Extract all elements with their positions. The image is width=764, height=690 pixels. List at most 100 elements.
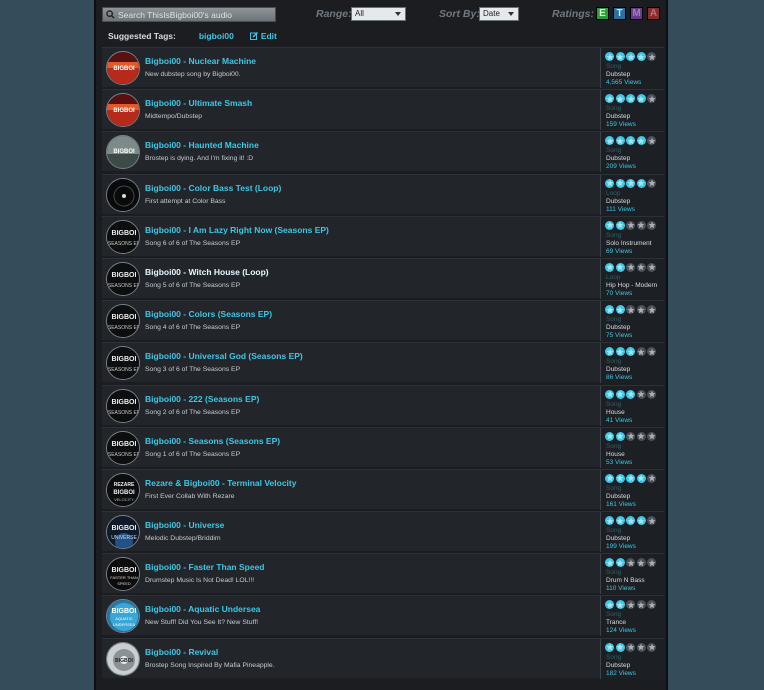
track-description: Song 6 of 6 of The Seasons EP — [145, 239, 241, 247]
edit-label: Edit — [260, 31, 277, 41]
svg-text:UNIVERSE: UNIVERSE — [111, 535, 137, 541]
edit-tags-button[interactable]: Edit — [249, 31, 277, 41]
audio-panel: Range: All Sort By: Date Ratings: ETMA S… — [94, 0, 668, 690]
track-thumbnail[interactable]: REZARE BIGBOI VELOCITY — [106, 472, 140, 507]
track-thumbnail[interactable]: BIGBOI SEASONS EP — [106, 388, 140, 423]
track-thumbnail[interactable]: BIGBOI UNIVERSE — [106, 515, 140, 550]
star-icon — [605, 600, 614, 610]
star-icon — [647, 600, 657, 610]
track-title-link[interactable]: Bigboi00 - Revival — [145, 647, 218, 657]
star-icon — [647, 642, 657, 652]
track-title-link[interactable]: Bigboi00 - Haunted Machine — [145, 140, 259, 150]
sort-select[interactable]: Date — [479, 7, 519, 21]
track-title-link[interactable]: Bigboi00 - Universal God (Seasons EP) — [145, 351, 303, 361]
track-thumbnail[interactable]: BIGBOI SEASONS EP — [106, 219, 140, 254]
star-icon — [615, 94, 625, 104]
track-description: New dubstep song by Bigboi00. — [145, 71, 241, 78]
star-icon — [615, 305, 625, 315]
star-icon — [647, 431, 657, 441]
track-title-link[interactable]: Bigboi00 - Colors (Seasons EP) — [145, 309, 272, 319]
search-box[interactable] — [102, 7, 276, 22]
track-title-link[interactable]: Rezare & Bigboi00 - Terminal Velocity — [145, 478, 296, 488]
track-genre: House — [606, 450, 625, 458]
track-thumbnail[interactable]: BIGBOI — [106, 51, 140, 85]
track-thumbnail[interactable]: BIGBOI AQUATIC UNDERSEA — [106, 599, 140, 634]
audio-row[interactable]: BIGBOI FASTER THAN SPEED Bigboi00 - Faster … — [102, 553, 665, 595]
track-type: Song — [606, 63, 622, 70]
audio-row[interactable]: BIGBOI SEASONS EP Bigboi00 - Witch House (… — [102, 257, 665, 299]
svg-text:SEASONS EP: SEASONS EP — [108, 367, 140, 373]
audio-row[interactable]: REZARE BIGBOI VELOCITY Rezare & Bigboi00 - … — [102, 468, 665, 510]
track-thumbnail[interactable] — [106, 177, 140, 212]
track-description: Song 3 of 6 of The Seasons EP — [145, 366, 241, 374]
star-icon — [636, 178, 646, 188]
track-title-link[interactable]: Bigboi00 - Faster Than Speed — [145, 562, 265, 572]
star-icon — [605, 389, 614, 399]
track-description: Song 5 of 6 of The Seasons EP — [145, 281, 241, 289]
star-rating — [605, 431, 658, 441]
svg-text:FASTER THAN: FASTER THAN — [110, 575, 138, 580]
star-icon — [615, 178, 625, 188]
rating-filter-m-button[interactable]: M — [630, 7, 643, 20]
audio-row[interactable]: BIGBOI SEASONS EP Bigboi00 - Colors (Seaso… — [102, 300, 665, 342]
track-thumbnail[interactable]: BIGBOI — [106, 93, 140, 128]
track-thumbnail[interactable]: BIGBOI FASTER THAN SPEED — [106, 557, 140, 592]
track-views: 69 Views — [606, 247, 633, 255]
audio-row[interactable]: BIGBOI SEASONS EP Bigboi00 - Universal God… — [102, 342, 665, 384]
rating-filter-t-button[interactable]: T — [613, 7, 626, 20]
audio-row[interactable]: BIGBOI SEASONS EP Bigboi00 - 222 (Seasons … — [102, 384, 665, 426]
rating-filter-e-button[interactable]: E — [596, 7, 609, 20]
svg-text:AQUATIC: AQUATIC — [115, 616, 133, 621]
track-thumbnail[interactable]: BIGBOI SEASONS EP — [106, 346, 140, 381]
audio-row[interactable]: BIGBOI Bigboi00 - Revival Brostep Song Ins… — [102, 637, 665, 679]
track-title-link[interactable]: Bigboi00 - Seasons (Seasons EP) — [145, 436, 280, 446]
track-views: 110 Views — [606, 585, 636, 593]
track-stats: Song Dubstep 86 Views — [600, 343, 665, 384]
audio-row[interactable]: Bigboi00 - Color Bass Test (Loop) First a… — [102, 173, 665, 215]
track-type: Song — [606, 569, 622, 577]
track-thumbnail[interactable]: BIGBOI — [106, 135, 140, 170]
range-select[interactable]: All — [351, 7, 406, 21]
track-description: Brostep Song Inspired By Mafia Pineapple… — [145, 661, 275, 669]
track-title-link[interactable]: Bigboi00 - Ultimate Smash — [145, 98, 252, 108]
track-type: Song — [606, 484, 622, 492]
track-title-link[interactable]: Bigboi00 - Universe — [145, 520, 224, 530]
audio-row[interactable]: BIGBOI Bigboi00 - Nuclear Machine New dubs… — [102, 47, 665, 88]
svg-text:BIGBOI: BIGBOI — [112, 272, 137, 279]
track-thumbnail[interactable]: BIGBOI SEASONS EP — [106, 430, 140, 465]
track-views: 53 Views — [606, 458, 633, 466]
audio-row[interactable]: BIGBOI UNIVERSE Bigboi00 - Universe Melodic… — [102, 511, 665, 553]
track-title-link[interactable]: Bigboi00 - Nuclear Machine — [145, 56, 256, 66]
svg-text:BIGBOI: BIGBOI — [112, 356, 137, 363]
audio-row[interactable]: BIGBOI AQUATIC UNDERSEA Bigboi00 - Aquatic … — [102, 595, 665, 637]
tag-link[interactable]: bigboi00 — [199, 31, 234, 41]
star-icon — [647, 347, 657, 357]
track-thumbnail[interactable]: BIGBOI SEASONS EP — [106, 304, 140, 339]
track-title-link[interactable]: Bigboi00 - 222 (Seasons EP) — [145, 394, 259, 404]
track-title-link[interactable]: Bigboi00 - Aquatic Undersea — [145, 604, 260, 614]
star-icon — [636, 642, 646, 652]
track-stats: Song Trance 124 Views — [600, 596, 665, 637]
track-type: Song — [606, 653, 622, 661]
audio-row[interactable]: BIGBOI SEASONS EP Bigboi00 - Seasons (Seas… — [102, 426, 665, 468]
audio-row[interactable]: BIGBOI SEASONS EP Bigboi00 - I Am Lazy Rig… — [102, 215, 665, 257]
track-title-link[interactable]: Bigboi00 - Witch House (Loop) — [145, 267, 269, 277]
audio-row[interactable]: BIGBOI Bigboi00 - Haunted Machine Brostep … — [102, 131, 665, 173]
audio-row[interactable]: BIGBOI Bigboi00 - Ultimate Smash Midtempo/… — [102, 89, 665, 131]
track-title-link[interactable]: Bigboi00 - I Am Lazy Right Now (Seasons … — [145, 225, 329, 235]
star-icon — [647, 558, 657, 568]
star-icon — [626, 220, 636, 230]
track-genre: Hip Hop - Modern — [606, 281, 658, 289]
track-type: Song — [606, 105, 622, 113]
star-rating — [605, 642, 658, 652]
track-thumbnail[interactable]: BIGBOI SEASONS EP — [106, 261, 140, 296]
svg-text:BIGBOI: BIGBOI — [113, 108, 135, 114]
track-views: 111 Views — [606, 205, 635, 213]
track-type: Loop — [606, 273, 621, 281]
star-rating — [605, 347, 658, 357]
track-thumbnail[interactable]: BIGBOI — [106, 641, 140, 676]
track-title-link[interactable]: Bigboi00 - Color Bass Test (Loop) — [145, 183, 281, 193]
search-input[interactable] — [115, 8, 268, 21]
track-genre: Dubstep — [606, 661, 631, 669]
rating-filter-a-button[interactable]: A — [647, 7, 660, 20]
